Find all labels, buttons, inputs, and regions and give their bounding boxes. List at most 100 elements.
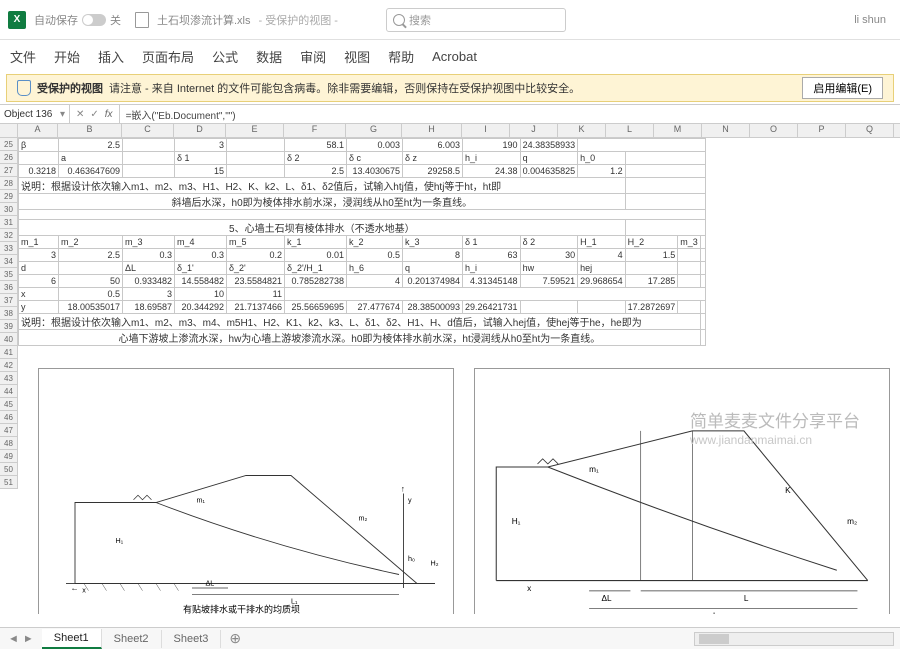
row-header[interactable]: 49: [0, 450, 18, 463]
horizontal-scrollbar[interactable]: [694, 632, 894, 646]
row-header[interactable]: 27: [0, 164, 18, 177]
row-header[interactable]: 50: [0, 463, 18, 476]
svg-text:ΔL: ΔL: [206, 578, 215, 587]
row-header[interactable]: 42: [0, 359, 18, 372]
col-header[interactable]: H: [402, 124, 462, 137]
col-header[interactable]: K: [558, 124, 606, 137]
row-header[interactable]: 38: [0, 307, 18, 320]
col-header[interactable]: B: [58, 124, 122, 137]
ribbon-tabs: 文件 开始 插入 页面布局 公式 数据 审阅 视图 帮助 Acrobat: [0, 40, 900, 72]
svg-text:L₁: L₁: [713, 612, 721, 614]
user-label[interactable]: li shun: [854, 14, 886, 26]
col-header[interactable]: F: [284, 124, 346, 137]
tab-view[interactable]: 视图: [344, 47, 370, 66]
row-header[interactable]: 47: [0, 424, 18, 437]
diagram-2: H₁ m₁ K m₂ ΔL L L₁ x 水的均质坝: [474, 368, 890, 614]
col-header[interactable]: P: [798, 124, 846, 137]
diagram-1: ← x ↑ y H₁ m₁ m₂ h₀ H₂ L₁ ΔL: [38, 368, 454, 614]
svg-text:h₀: h₀: [408, 554, 415, 563]
col-header[interactable]: J: [510, 124, 558, 137]
col-header[interactable]: M: [654, 124, 702, 137]
svg-text:H₂: H₂: [431, 559, 439, 568]
row-header[interactable]: 31: [0, 216, 18, 229]
tab-review[interactable]: 审阅: [300, 47, 326, 66]
svg-text:K: K: [785, 486, 791, 495]
tab-next-icon[interactable]: ►: [23, 633, 34, 645]
row-header[interactable]: 33: [0, 242, 18, 255]
svg-text:H₁: H₁: [116, 536, 124, 545]
row-header[interactable]: 41: [0, 346, 18, 359]
col-header[interactable]: D: [174, 124, 226, 137]
tab-help[interactable]: 帮助: [388, 47, 414, 66]
autosave-toggle[interactable]: 自动保存 关: [34, 12, 121, 28]
row-header[interactable]: 44: [0, 385, 18, 398]
row-header[interactable]: 26: [0, 151, 18, 164]
sheet-tab-3[interactable]: Sheet3: [162, 630, 222, 648]
col-header[interactable]: N: [702, 124, 750, 137]
col-header[interactable]: Q: [846, 124, 894, 137]
svg-text:x: x: [527, 584, 532, 593]
spreadsheet-grid[interactable]: β2.5358.10.0036.00319024.38358933 aδ 1δ …: [18, 138, 706, 346]
col-header[interactable]: O: [750, 124, 798, 137]
svg-text:有贴坡排水或干排水的均质坝: 有贴坡排水或干排水的均质坝: [183, 603, 300, 614]
svg-text:m₂: m₂: [847, 517, 857, 526]
row-header[interactable]: 30: [0, 203, 18, 216]
col-header[interactable]: I: [462, 124, 510, 137]
col-header[interactable]: C: [122, 124, 174, 137]
name-box[interactable]: Object 136▾: [0, 105, 70, 123]
sheet-tab-2[interactable]: Sheet2: [102, 630, 162, 648]
row-header[interactable]: 48: [0, 437, 18, 450]
row-header[interactable]: 28: [0, 177, 18, 190]
tab-layout[interactable]: 页面布局: [142, 47, 194, 66]
tab-insert[interactable]: 插入: [98, 47, 124, 66]
tab-formula[interactable]: 公式: [212, 47, 238, 66]
svg-text:H₁: H₁: [512, 517, 521, 526]
search-icon: [393, 14, 405, 26]
protected-view-banner: 受保护的视图 请注意 - 来自 Internet 的文件可能包含病毒。除非需要编…: [6, 74, 894, 102]
tab-data[interactable]: 数据: [256, 47, 282, 66]
tab-prev-icon[interactable]: ◄: [8, 633, 19, 645]
tab-acrobat[interactable]: Acrobat: [432, 49, 477, 64]
row-header[interactable]: 46: [0, 411, 18, 424]
row-header[interactable]: 29: [0, 190, 18, 203]
row-header[interactable]: 45: [0, 398, 18, 411]
svg-text:ΔL: ΔL: [602, 594, 613, 603]
confirm-icon[interactable]: ✓: [90, 109, 98, 120]
row-header[interactable]: 39: [0, 320, 18, 333]
svg-text:↑: ↑: [401, 485, 405, 494]
formula-input[interactable]: =嵌入("Eb.Document",""): [120, 107, 242, 122]
svg-text:L: L: [744, 594, 749, 603]
fx-icon[interactable]: fx: [105, 109, 113, 120]
row-header[interactable]: 37: [0, 294, 18, 307]
enable-editing-button[interactable]: 启用编辑(E): [802, 77, 883, 99]
row-header[interactable]: 25: [0, 138, 18, 151]
tab-file[interactable]: 文件: [10, 47, 36, 66]
add-sheet-button[interactable]: ⊕: [221, 630, 249, 647]
cancel-icon[interactable]: ✕: [76, 109, 84, 120]
svg-text:m₁: m₁: [197, 496, 206, 505]
svg-text:←: ←: [71, 584, 79, 593]
search-input[interactable]: 搜索: [386, 8, 566, 32]
row-header[interactable]: 43: [0, 372, 18, 385]
file-subtitle: - 受保护的视图 -: [259, 12, 338, 28]
filename: 土石坝渗流计算.xls: [157, 12, 251, 28]
svg-text:x: x: [82, 586, 86, 595]
row-header[interactable]: 32: [0, 229, 18, 242]
excel-icon: X: [8, 11, 26, 29]
save-icon[interactable]: [135, 12, 149, 28]
sheet-tab-1[interactable]: Sheet1: [42, 629, 102, 649]
shield-icon: [17, 80, 31, 96]
row-header[interactable]: 51: [0, 476, 18, 489]
col-header[interactable]: E: [226, 124, 284, 137]
svg-text:m₂: m₂: [359, 514, 368, 523]
col-header[interactable]: G: [346, 124, 402, 137]
svg-text:y: y: [408, 496, 412, 505]
row-header[interactable]: 35: [0, 268, 18, 281]
col-header[interactable]: L: [606, 124, 654, 137]
row-header[interactable]: 36: [0, 281, 18, 294]
col-header[interactable]: A: [18, 124, 58, 137]
svg-text:m₁: m₁: [589, 465, 599, 474]
tab-home[interactable]: 开始: [54, 47, 80, 66]
row-header[interactable]: 34: [0, 255, 18, 268]
row-header[interactable]: 40: [0, 333, 18, 346]
